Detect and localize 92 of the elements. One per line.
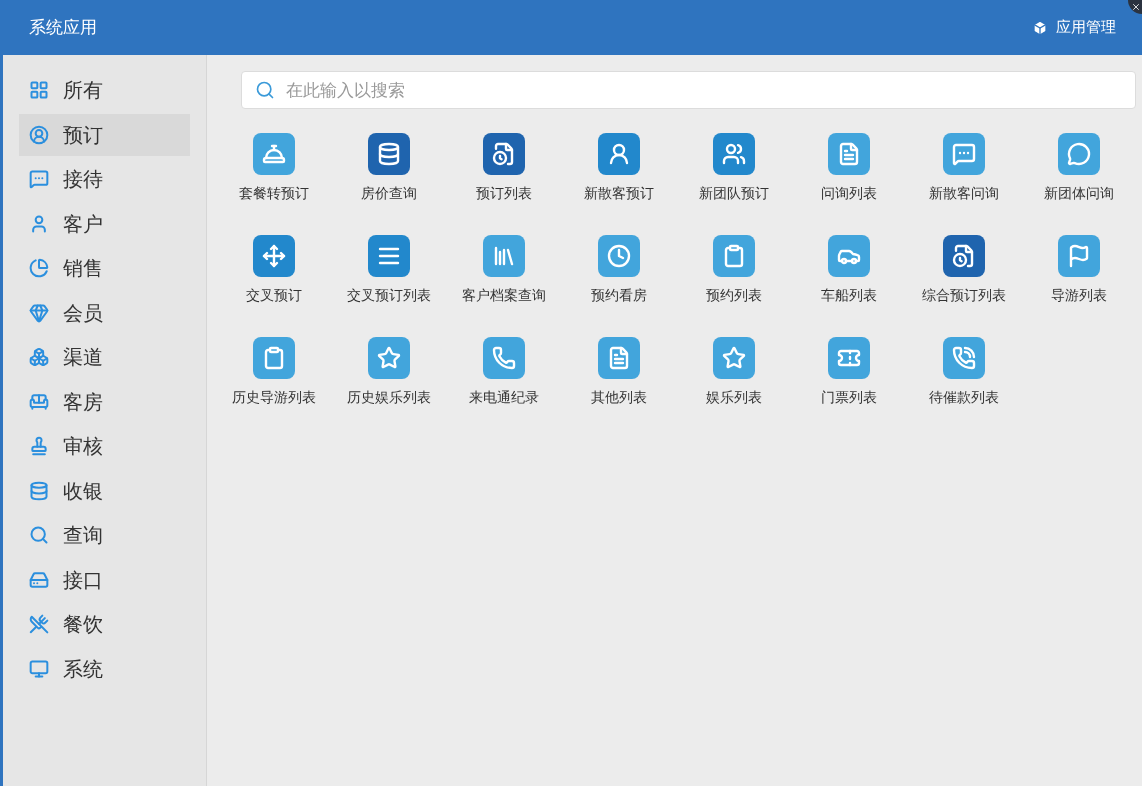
app-label: 其他列表 bbox=[590, 388, 647, 407]
app-tile[interactable]: 新团体问询 bbox=[1021, 133, 1136, 219]
app-tile[interactable]: 交叉预订列表 bbox=[331, 235, 446, 321]
star-icon bbox=[721, 346, 746, 370]
app-tile[interactable]: 套餐转预订 bbox=[216, 133, 331, 219]
app-label: 门票列表 bbox=[820, 388, 877, 407]
app-tile[interactable]: 房价查询 bbox=[331, 133, 446, 219]
app-tile[interactable]: 历史娱乐列表 bbox=[331, 337, 446, 423]
sidebar-item[interactable]: 客户 bbox=[19, 202, 190, 245]
app-label: 历史导游列表 bbox=[231, 388, 316, 407]
user-circle-icon bbox=[29, 124, 49, 145]
sidebar-item[interactable]: 收银 bbox=[19, 469, 190, 512]
utensils-icon bbox=[29, 614, 49, 634]
app-label: 新团队预订 bbox=[698, 184, 769, 203]
app-label: 待催款列表 bbox=[928, 388, 999, 407]
app-tile[interactable]: 其他列表 bbox=[561, 337, 676, 423]
sidebar-item[interactable]: 预订 bbox=[19, 113, 190, 156]
app-tile[interactable]: 预订列表 bbox=[446, 133, 561, 219]
app-label: 新散客问询 bbox=[928, 184, 999, 203]
group-icon bbox=[721, 142, 746, 166]
app-label: 交叉预订 bbox=[245, 286, 302, 305]
app-label: 套餐转预订 bbox=[238, 184, 309, 203]
diamond-icon bbox=[29, 302, 49, 323]
app-label: 交叉预订列表 bbox=[346, 286, 431, 305]
search-field[interactable]: 在此输入以搜索 bbox=[241, 71, 1136, 109]
sidebar-item[interactable]: 所有 bbox=[19, 69, 190, 111]
grid-icon bbox=[29, 80, 49, 100]
app-tile[interactable]: 问询列表 bbox=[791, 133, 906, 219]
sidebar-item[interactable]: 客房 bbox=[19, 380, 190, 423]
app-tile[interactable]: 客户档案查询 bbox=[446, 235, 561, 321]
app-tile[interactable]: 新散客预订 bbox=[561, 133, 676, 219]
app-tile[interactable]: 娱乐列表 bbox=[676, 337, 791, 423]
document-clock-icon bbox=[951, 244, 976, 268]
coin-stack-icon bbox=[29, 480, 49, 501]
cloche-icon bbox=[261, 142, 286, 166]
sidebar-item[interactable]: 接口 bbox=[19, 558, 190, 601]
pie-chart-icon bbox=[29, 258, 49, 278]
person-icon bbox=[29, 213, 49, 234]
sidebar-item[interactable]: 系统 bbox=[19, 647, 190, 690]
sidebar-item[interactable]: 审核 bbox=[19, 425, 190, 467]
drive-icon bbox=[29, 569, 49, 590]
app-tile[interactable]: 预约列表 bbox=[676, 235, 791, 321]
app-tile[interactable]: 历史导游列表 bbox=[216, 337, 331, 423]
app-label: 预约列表 bbox=[705, 286, 762, 305]
sidebar-item[interactable]: 渠道 bbox=[19, 336, 190, 378]
sidebar-item[interactable]: 查询 bbox=[19, 514, 190, 556]
star-icon bbox=[376, 346, 401, 370]
app-tile[interactable]: 交叉预订 bbox=[216, 235, 331, 321]
app-tile[interactable]: 门票列表 bbox=[791, 337, 906, 423]
coin-stack-icon bbox=[376, 142, 401, 166]
app-manage-button[interactable]: 应用管理 bbox=[1032, 16, 1116, 39]
app-label: 来电通纪录 bbox=[468, 388, 539, 407]
app-label: 房价查询 bbox=[360, 184, 417, 203]
move-arrows-icon bbox=[261, 244, 286, 268]
document-clock-icon bbox=[491, 142, 516, 166]
sidebar-item[interactable]: 餐饮 bbox=[19, 603, 190, 645]
app-label: 预订列表 bbox=[475, 184, 532, 203]
monitor-icon bbox=[29, 658, 49, 679]
chat-icon bbox=[29, 169, 49, 189]
app-tile[interactable]: 来电通纪录 bbox=[446, 337, 561, 423]
app-tile[interactable]: 导游列表 bbox=[1021, 235, 1136, 321]
app-tile[interactable]: 车船列表 bbox=[791, 235, 906, 321]
app-label: 综合预订列表 bbox=[921, 286, 1006, 305]
cube-icon bbox=[1032, 19, 1048, 36]
sidebar-item[interactable]: 会员 bbox=[19, 291, 190, 334]
app-label: 历史娱乐列表 bbox=[346, 388, 431, 407]
phone-icon bbox=[491, 346, 516, 370]
app-tile[interactable]: 新散客问询 bbox=[906, 133, 1021, 219]
app-label: 客户档案查询 bbox=[461, 286, 546, 305]
phone-icon bbox=[951, 346, 976, 370]
app-label: 问询列表 bbox=[820, 184, 877, 203]
clock-icon bbox=[606, 244, 631, 268]
app-tile[interactable]: 新团队预订 bbox=[676, 133, 791, 219]
sofa-icon bbox=[29, 391, 49, 412]
close-icon bbox=[1131, 2, 1141, 12]
app-label: 导游列表 bbox=[1050, 286, 1107, 305]
search-icon bbox=[255, 80, 275, 100]
stamp-icon bbox=[29, 436, 49, 456]
app-label: 车船列表 bbox=[820, 286, 877, 305]
app-tile[interactable]: 综合预订列表 bbox=[906, 235, 1021, 321]
speech-bubble-icon bbox=[1066, 142, 1091, 166]
chat-icon bbox=[951, 142, 976, 166]
window-title: 系统应用 bbox=[29, 15, 97, 39]
app-label: 新团体问询 bbox=[1043, 184, 1114, 203]
app-label: 预约看房 bbox=[590, 286, 647, 305]
sidebar-item[interactable]: 销售 bbox=[19, 247, 190, 289]
app-label: 娱乐列表 bbox=[705, 388, 762, 407]
app-tile[interactable]: 预约看房 bbox=[561, 235, 676, 321]
search-icon bbox=[29, 525, 49, 545]
app-label: 新散客预订 bbox=[583, 184, 654, 203]
sidebar-item[interactable]: 接待 bbox=[19, 158, 190, 200]
app-tile[interactable]: 待催款列表 bbox=[906, 337, 1021, 423]
